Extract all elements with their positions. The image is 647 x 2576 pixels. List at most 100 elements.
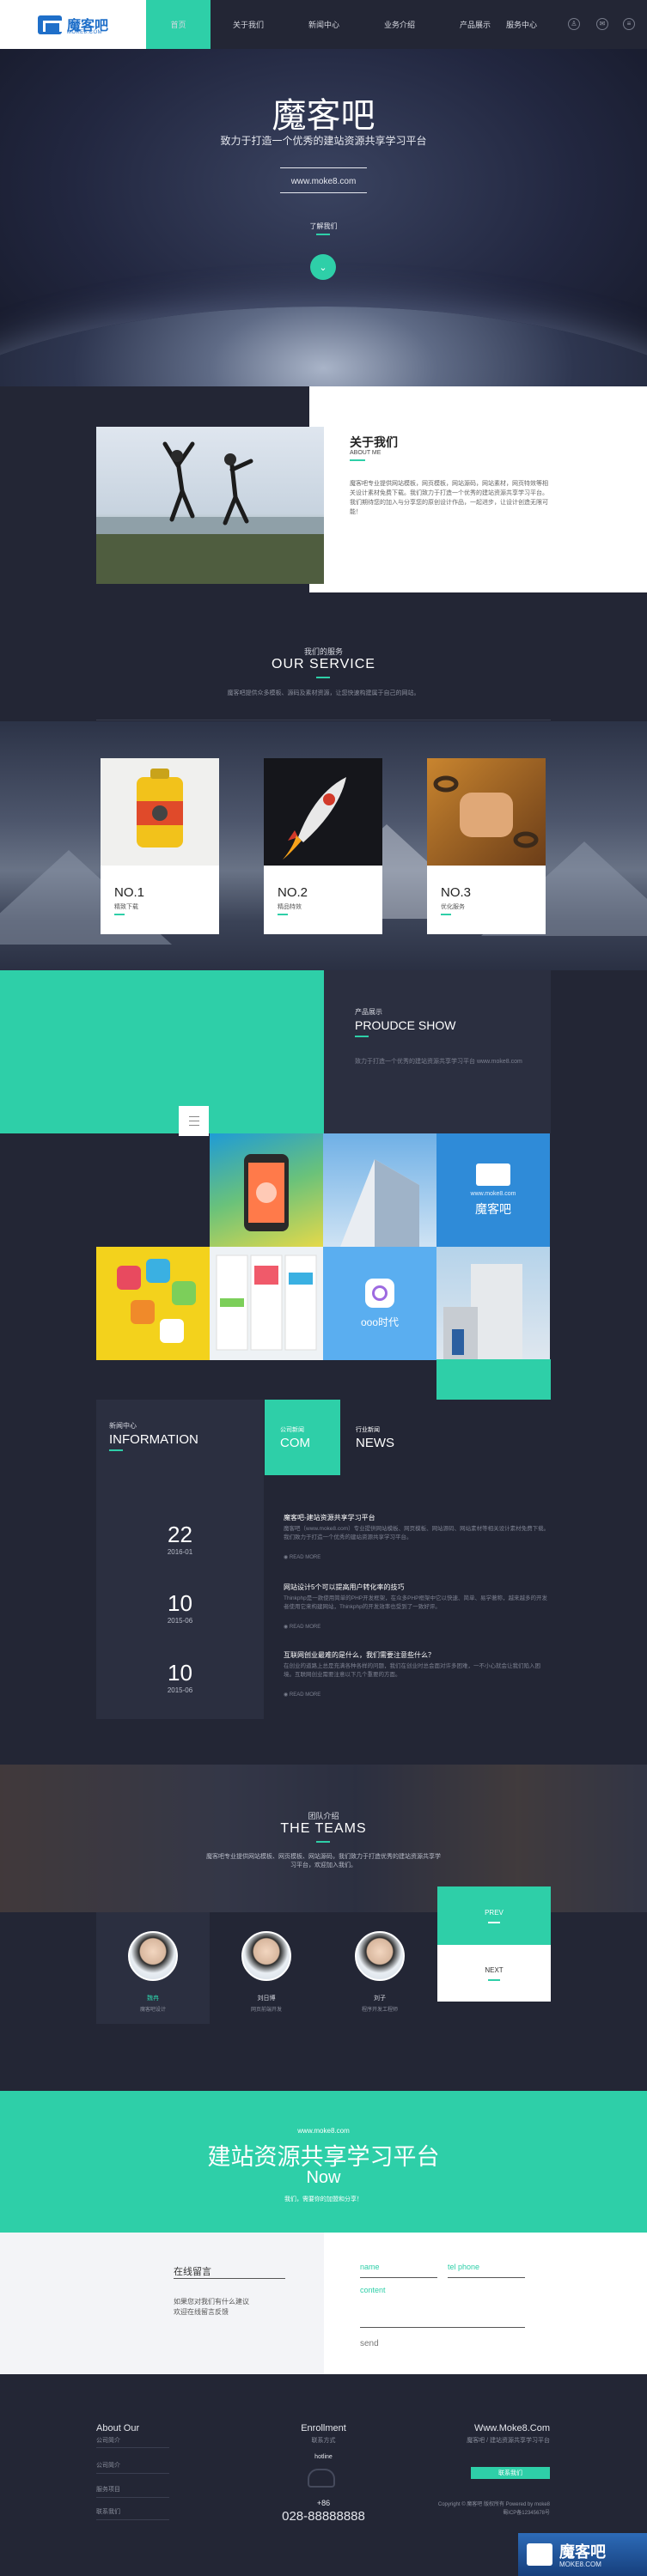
nav-label: 业务介绍: [383, 21, 415, 29]
tile-sub: www.moke8.com: [470, 1190, 516, 1197]
nav-label: 关于我们: [232, 21, 264, 29]
banner-url: www.moke8.com: [297, 2127, 350, 2135]
avatar: [128, 1931, 178, 1981]
watermark-logo: 魔客吧 MOKE8.COM: [518, 2533, 647, 2576]
service-card-1[interactable]: NO.1 精致下载: [101, 758, 219, 934]
nav-label: 新闻中心: [308, 21, 339, 29]
product-title-en: PROUDCE SHOW: [355, 1018, 456, 1032]
nav-item-news[interactable]: 新闻中心: [286, 0, 362, 49]
nav-item-about[interactable]: 关于我们: [211, 0, 286, 49]
hero-more-link[interactable]: 了解我们: [0, 222, 647, 231]
accent-bar: [488, 1978, 500, 1981]
divider: [96, 2497, 169, 2498]
fist-chain-image: [427, 758, 546, 866]
divider: [280, 192, 367, 193]
news-date-day: 22: [168, 1522, 192, 1547]
message-text: 如果您对我们有什么建议 欢迎在线留言反馈: [174, 2298, 249, 2316]
scroll-down-button[interactable]: ⌄: [310, 254, 336, 280]
product-tile-moke[interactable]: www.moke8.com 魔客吧: [436, 1133, 550, 1247]
about-text: 魔客吧专业提供网站模板，网页模板，网站源码，网站素材，网页特效等相关设计素材免费…: [350, 481, 548, 515]
nav-label: 首页: [170, 21, 186, 29]
logo[interactable]: 魔客吧 MOKE8.COM: [0, 0, 146, 49]
watermark-sub: MOKE8.COM: [559, 2561, 601, 2568]
content-field[interactable]: content: [360, 2286, 386, 2294]
phone-field-line: [448, 2277, 525, 2278]
send-button[interactable]: send: [360, 2339, 379, 2348]
nav-item-business[interactable]: 业务介绍: [362, 0, 437, 49]
divider: [96, 2447, 169, 2448]
read-more-label: READ MORE: [289, 1555, 321, 1560]
tab-company-news[interactable]: 公司新闻 COM: [265, 1400, 340, 1475]
news-item-title[interactable]: 魔客吧-建站资源共享学习平台: [284, 1513, 551, 1522]
product-tile-ui-kit[interactable]: [210, 1247, 323, 1360]
eye-icon: ◉: [284, 1625, 290, 1630]
product-tile-phone[interactable]: [210, 1133, 323, 1247]
news-title-en: INFORMATION: [109, 1432, 198, 1447]
service-card-3[interactable]: NO.3 优化服务: [427, 758, 546, 934]
footer-link[interactable]: 服务项目: [96, 2485, 120, 2494]
news-date-ym: 2016-01: [167, 1548, 193, 1556]
read-more-link[interactable]: ◉ READ MORE: [284, 1554, 320, 1560]
menu-icon[interactable]: ≡: [623, 18, 635, 30]
read-more-link[interactable]: ◉ READ MORE: [284, 1624, 320, 1630]
footer-link[interactable]: 公司简介: [96, 2461, 120, 2470]
accent-bar: [441, 914, 451, 915]
banner-title: 建站资源共享学习平台: [207, 2144, 440, 2170]
phone-field[interactable]: tel phone: [448, 2263, 479, 2271]
service-no: NO.1: [114, 885, 145, 900]
logo-icon: [527, 2543, 552, 2566]
rocket-image: [264, 758, 382, 866]
hamburger-icon[interactable]: [179, 1106, 209, 1136]
eye-icon: ◉: [284, 1555, 290, 1560]
product-tile-building[interactable]: [323, 1133, 436, 1247]
product-tile-ooo[interactable]: ooo时代: [323, 1247, 436, 1360]
team-member-card[interactable]: 刘日博 网页前端开发: [210, 1912, 323, 2024]
hero-subtitle: 致力于打造一个优秀的建站资源共享学习平台: [220, 135, 427, 147]
avatar: [241, 1931, 291, 1981]
teams-title-en: THE TEAMS: [280, 1821, 367, 1836]
footer-site-title: Www.Moke8.Com: [473, 2423, 550, 2433]
service-no: NO.3: [441, 885, 472, 900]
chat-icon[interactable]: ✉: [596, 18, 608, 30]
nav-item-home[interactable]: 首页: [146, 0, 211, 49]
team-member-card[interactable]: 魏冉 魔客吧设计: [96, 1912, 210, 2024]
teams-desc: 魔客吧专业提供网站模板、网页模板、网站源码，我们致力于打造优秀的建站资源共享学习…: [206, 1854, 441, 1868]
next-label: NEXT: [485, 1965, 504, 1974]
tab-title: NEWS: [356, 1436, 394, 1450]
read-more-link[interactable]: ◉ READ MORE: [284, 1692, 320, 1698]
member-role: 魔客吧设计: [139, 2008, 166, 2013]
phone-prefix: +86: [316, 2499, 331, 2507]
service-card-2[interactable]: NO.2 精品特效: [264, 758, 382, 934]
footer-enroll-title: Enrollment: [301, 2423, 346, 2433]
team-member-card[interactable]: 刘子 程序开发工程师: [323, 1912, 436, 2024]
user-icon[interactable]: ♙: [568, 18, 580, 30]
contact-button[interactable]: 联系我们: [471, 2467, 550, 2479]
product-tile-icons[interactable]: [96, 1247, 210, 1360]
name-field[interactable]: name: [360, 2263, 380, 2271]
prev-label: PREV: [485, 1908, 504, 1917]
tab-industry-news[interactable]: 行业新闻 NEWS: [340, 1400, 416, 1475]
product-desc: 致力于打造一个优秀的建站资源共享学习平台 www.moke8.com: [355, 1059, 522, 1065]
member-name: 刘子: [374, 1996, 386, 2002]
divider: [280, 167, 367, 168]
nav-item-service[interactable]: 服务中心: [484, 0, 559, 49]
hero-url[interactable]: www.moke8.com: [0, 177, 647, 186]
accent-bar: [114, 914, 125, 915]
product-accent-strip: [436, 1359, 551, 1400]
prev-button[interactable]: PREV: [437, 1886, 551, 1945]
accent-bar: [316, 234, 330, 235]
hotline-label: hotline: [314, 2454, 333, 2460]
news-item-title[interactable]: 网站设计5个可以提高用户转化率的技巧: [284, 1583, 551, 1592]
footer-enroll-sub: 联系方式: [311, 2438, 336, 2444]
news-item-title[interactable]: 互联网创业最难的是什么，我们需要注意些什么？: [284, 1650, 551, 1660]
banner-now: Now: [306, 2168, 341, 2187]
news-item-text: 魔客吧（www.moke8.com）专业提供网站模板、网页模板、网站源码、网站素…: [284, 1526, 550, 1540]
next-button[interactable]: NEXT: [437, 1945, 551, 2002]
watermark-text: 魔客吧: [559, 2543, 606, 2561]
product-tile-silo[interactable]: [436, 1247, 550, 1360]
news-title-cn: 新闻中心: [109, 1422, 137, 1430]
service-desc: 魔客吧提供众多模板、源码及素材资源，让您快速构建属于自己的网站。: [227, 690, 420, 696]
copyright: Copyright © 魔客吧 版权所有 Powered by moke8 蜀I…: [437, 2502, 550, 2516]
accent-bar: [350, 459, 365, 461]
about-subtitle: ABOUT ME: [350, 450, 381, 456]
